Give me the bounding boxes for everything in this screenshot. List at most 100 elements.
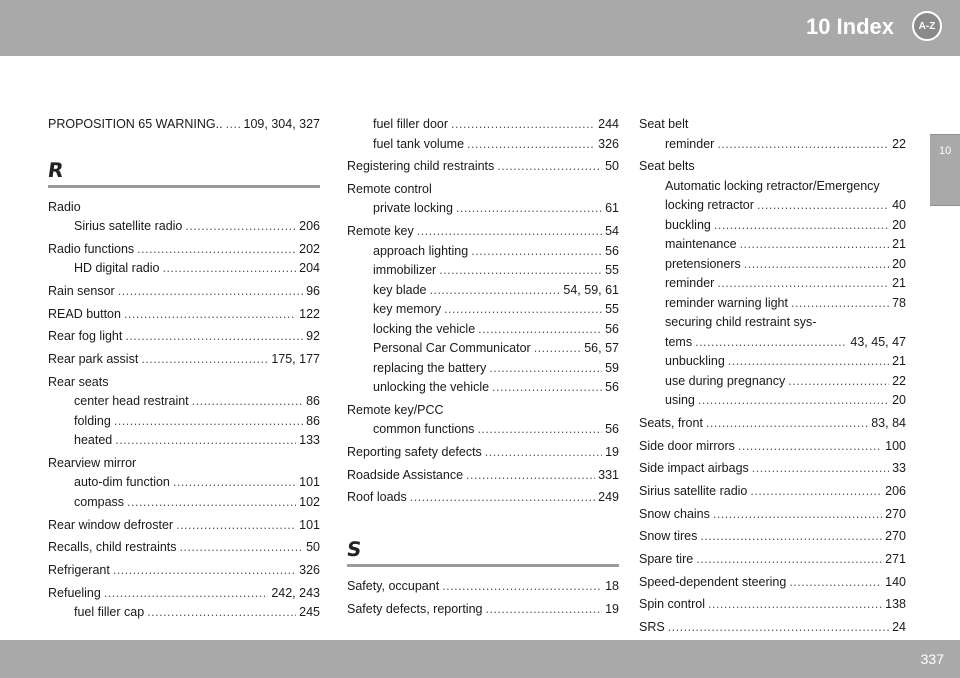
entry-text: private locking — [373, 201, 453, 216]
entry-pages[interactable]: 20 — [892, 391, 906, 411]
entry-text: Spare tire — [639, 552, 694, 566]
entry-pages[interactable]: 96 — [306, 282, 320, 302]
entry-text: Personal Car Communicator — [373, 341, 531, 356]
entry-pages[interactable]: 270 — [885, 505, 906, 525]
letter-heading-s: S — [345, 536, 364, 561]
entry-pages[interactable]: 20 — [892, 216, 906, 236]
index-entry: Snow chains 270 — [639, 505, 906, 525]
entry-pages[interactable]: 43, 45, 47 — [850, 333, 906, 353]
index-entry: Rear window defroster 101 — [48, 516, 320, 536]
entry-pages[interactable]: 78 — [892, 294, 906, 314]
entry-pages[interactable]: 56 — [605, 320, 619, 340]
entry-text: securing child restraint sys- — [665, 315, 817, 330]
entry-text: Snow tires — [639, 529, 698, 544]
entry-pages[interactable]: 133 — [299, 431, 320, 451]
entry-pages[interactable]: 24 — [892, 618, 906, 638]
index-column-3: Seat belt reminder 22 Seat belts Automati… — [639, 115, 906, 638]
entry-text: Radio functions — [48, 241, 135, 256]
entry-text: Safety, occupant — [347, 578, 440, 593]
entry-pages[interactable]: 56 — [605, 378, 619, 398]
entry-pages[interactable]: 270 — [885, 527, 906, 547]
entry-pages[interactable]: 56 — [605, 420, 619, 440]
entry-pages[interactable]: 102 — [299, 493, 320, 513]
entry-pages[interactable]: 244 — [598, 115, 619, 135]
entry-text: buckling — [665, 217, 711, 232]
entry-text: Speed-dependent steering — [639, 574, 787, 589]
entry-pages[interactable]: 326 — [299, 561, 320, 581]
entry-text: unbuckling — [665, 354, 725, 369]
page-footer: 337 — [0, 640, 960, 678]
entry-text: Rear park assist — [48, 351, 139, 366]
entry-text: fuel filler cap — [74, 605, 145, 620]
entry-pages[interactable]: 22 — [892, 372, 906, 392]
entry-pages[interactable]: 83, 84 — [871, 414, 906, 434]
entry-text: reminder warning light — [665, 295, 788, 310]
entry-pages[interactable]: 33 — [892, 459, 906, 479]
entry-pages[interactable]: 331 — [598, 466, 619, 486]
entry-pages[interactable]: 19 — [605, 600, 619, 620]
entry-pages[interactable]: 54, 59, 61 — [563, 281, 619, 301]
entry-pages[interactable]: 100 — [885, 437, 906, 457]
entry-pages[interactable]: 20 — [892, 255, 906, 275]
entry-pages[interactable]: 206 — [299, 217, 320, 237]
entry-pages[interactable]: 56 — [605, 242, 619, 262]
entry-pages[interactable]: 92 — [306, 327, 320, 347]
entry-pages[interactable]: 140 — [885, 573, 906, 593]
entry-text: HD digital radio — [74, 261, 160, 276]
entry-text: compass — [74, 494, 125, 509]
entry-text: auto-dim function — [74, 475, 170, 490]
entry-text: Rear fog light — [48, 329, 123, 344]
entry-pages[interactable]: 86 — [306, 412, 320, 432]
entry-pages[interactable]: 249 — [598, 488, 619, 508]
entry-pages[interactable]: 21 — [892, 352, 906, 372]
index-entry: READ button 122 — [48, 305, 320, 325]
entry-pages[interactable]: 175, 177 — [271, 350, 320, 370]
entry-pages[interactable]: 61 — [605, 199, 619, 219]
page-number: 337 — [920, 651, 944, 667]
index-entry: SRS 24 — [639, 618, 906, 638]
entry-pages[interactable]: 101 — [299, 516, 320, 536]
entry-pages[interactable]: 59 — [605, 359, 619, 379]
entry-pages[interactable]: 21 — [892, 235, 906, 255]
index-entry: Spin control 138 — [639, 595, 906, 615]
entry-pages[interactable]: 245 — [299, 603, 320, 623]
index-entry: Remote key 54 approach lighting 56 immobil… — [347, 222, 619, 398]
letter-divider — [48, 184, 320, 188]
entry-pages[interactable]: 138 — [885, 595, 906, 615]
entry-text: Safety defects, reporting — [347, 601, 483, 616]
index-entry: Side impact airbags 33 — [639, 459, 906, 479]
entry-pages[interactable]: 50 — [605, 157, 619, 177]
entry-text: Remote key — [347, 224, 414, 239]
entry-pages[interactable]: 206 — [885, 482, 906, 502]
entry-text: Sirius satellite radio — [639, 483, 748, 498]
entry-text: Spin control — [639, 597, 706, 612]
entry-pages[interactable]: 271 — [885, 550, 906, 570]
entry-pages[interactable]: 122 — [299, 305, 320, 325]
entry-text: key blade — [373, 282, 427, 297]
entry-pages[interactable]: 326 — [598, 135, 619, 155]
entry-text: Refueling — [48, 585, 101, 600]
entry-pages[interactable]: 55 — [605, 261, 619, 281]
entry-pages[interactable]: 18 — [605, 577, 619, 597]
entry-pages[interactable]: 204 — [299, 259, 320, 279]
entry-pages[interactable]: 19 — [605, 443, 619, 463]
entry-pages[interactable]: 202 — [299, 240, 320, 260]
entry-pages[interactable]: 101 — [299, 473, 320, 493]
index-entry: Safety, occupant 18 — [347, 577, 619, 597]
entry-pages[interactable]: 56, 57 — [584, 339, 619, 359]
entry-pages[interactable]: 54 — [605, 222, 619, 242]
entry-pages[interactable]: 55 — [605, 300, 619, 320]
entry-pages[interactable]: 40 — [892, 196, 906, 216]
entry-pages[interactable]: 21 — [892, 274, 906, 294]
index-entry: Seats, front 83, 84 — [639, 414, 906, 434]
entry-pages[interactable]: 86 — [306, 392, 320, 412]
entry-pages[interactable]: 50 — [306, 538, 320, 558]
entry-text: PROPOSITION 65 WARNING.. — [48, 117, 223, 131]
entry-pages[interactable]: 22 — [892, 135, 906, 155]
entry-label: Rear seats — [48, 374, 109, 389]
entry-text: approach lighting — [373, 243, 469, 258]
entry-pages[interactable]: 109, 304, 327 — [244, 115, 320, 135]
index-entry: Rain sensor 96 — [48, 282, 320, 302]
entry-pages[interactable]: 242, 243 — [271, 584, 320, 604]
chapter-side-tab[interactable]: 10 — [930, 134, 960, 206]
